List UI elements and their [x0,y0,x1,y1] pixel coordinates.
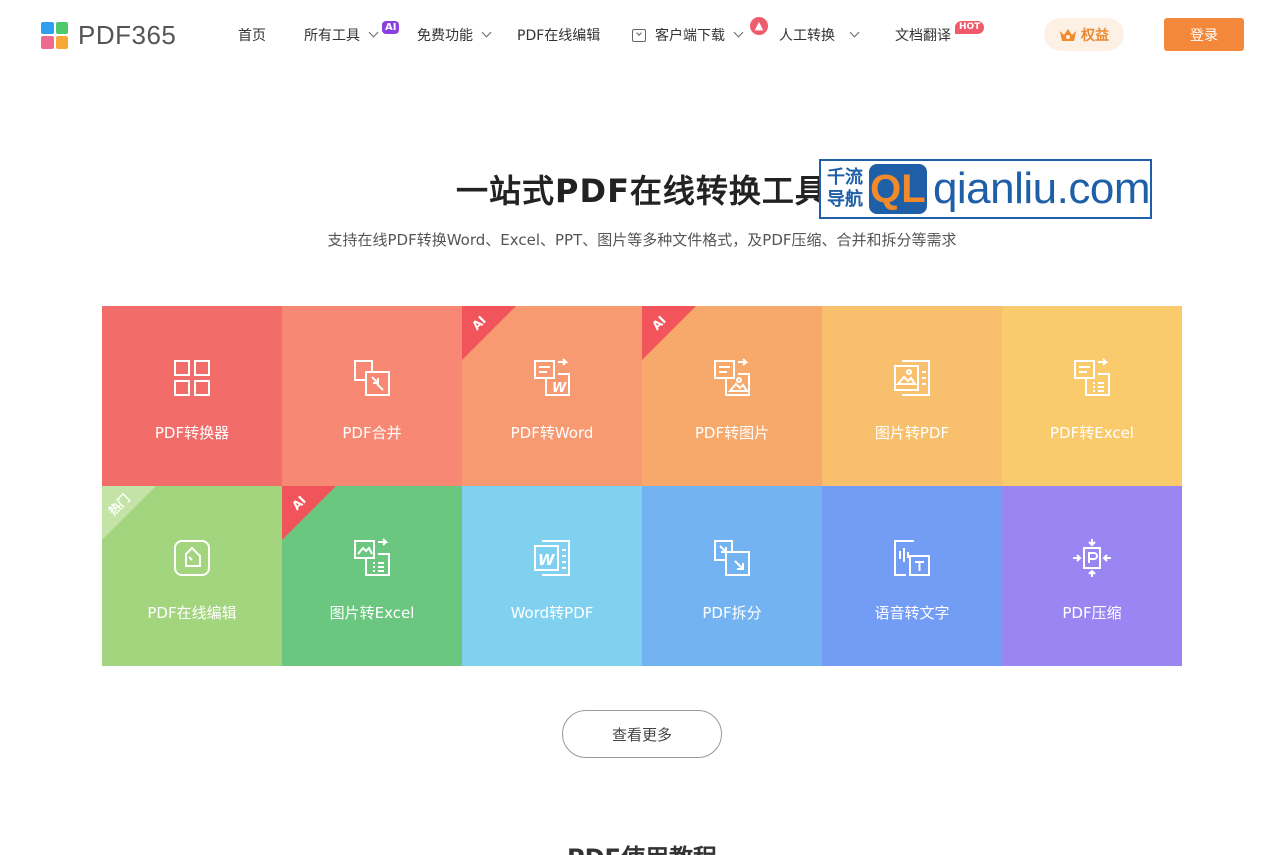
tool-tile-word-to-pdf[interactable]: W Word转PDF [462,486,642,666]
rights-button[interactable]: 权益 [1044,18,1124,51]
pdf-to-image-icon [714,358,750,396]
tools-grid: PDF转换器 PDF合并 AI W PDF转Word AI PDF转图片 图片转… [102,306,1182,666]
chevron-down-icon [368,27,379,38]
nav-item-free-features[interactable]: 免费功能 [417,24,492,46]
split-icon [714,540,750,576]
tool-label: 语音转文字 [874,604,950,622]
tool-tile-pdf-compress[interactable]: PDF压缩 [1002,486,1182,666]
tool-label: Word转PDF [510,604,594,622]
login-button[interactable]: 登录 [1164,18,1244,51]
watermark: 千流 导航 QL qianliu.com [819,159,1152,219]
tool-label: PDF拆分 [702,604,762,622]
page-subtitle: 支持在线PDF转换Word、Excel、PPT、图片等多种文件格式，及PDF压缩… [327,231,957,249]
nav-item-all-tools[interactable]: 所有工具 [304,24,379,46]
tool-label: PDF转换器 [154,424,230,442]
hot-badge: HOT [955,21,985,34]
tool-label: PDF合并 [342,424,402,442]
nav-item-client-download[interactable]: 客户端下载 [632,24,744,46]
svg-text:W: W [538,551,556,569]
tool-label: 图片转Excel [329,604,415,622]
compress-icon [1073,539,1111,577]
tool-tile-pdf-converter[interactable]: PDF转换器 [102,306,282,486]
ai-badge: AI [382,21,400,34]
nav-item-home[interactable]: 首页 [238,24,266,46]
watermark-cn-line1: 千流 [826,167,863,188]
watermark-logo: QL [870,167,926,211]
tool-label: PDF转Excel [1050,424,1134,442]
chevron-down-icon [849,27,860,38]
pdf-to-word-icon: W [534,358,570,396]
tool-tile-pdf-merge[interactable]: PDF合并 [282,306,462,486]
nav-item-manual-convert[interactable]: 人工转换 [779,24,860,46]
tool-tile-pdf-split[interactable]: PDF拆分 [642,486,822,666]
grid-icon [174,360,210,396]
image-to-excel-icon [354,538,390,576]
image-to-pdf-icon [894,360,930,396]
flame-icon: ▲ [750,17,768,35]
edit-icon [174,540,210,576]
tool-tile-pdf-to-word[interactable]: AI W PDF转Word [462,306,642,486]
tool-tile-image-to-pdf[interactable]: 图片转PDF [822,306,1002,486]
word-to-pdf-icon: W [534,540,570,576]
tool-tile-pdf-to-image[interactable]: AI PDF转图片 [642,306,822,486]
nav-item-doc-translate[interactable]: 文档翻译 [895,24,951,46]
merge-icon [354,360,390,396]
tool-tile-image-to-excel[interactable]: AI 图片转Excel [282,486,462,666]
view-more-button[interactable]: 查看更多 [562,710,722,758]
section-title: PDF使用教程 [0,838,1284,855]
chevron-down-icon [733,27,744,38]
logo-text: PDF365 [78,19,177,50]
pdf-to-excel-icon [1074,358,1110,396]
tool-label: 图片转PDF [874,424,950,442]
chevron-down-icon [481,27,492,38]
svg-text:W: W [552,381,567,396]
nav-item-pdf-edit[interactable]: PDF在线编辑 [517,24,600,46]
tool-tile-pdf-edit[interactable]: 热门 PDF在线编辑 [102,486,282,666]
logo[interactable]: PDF365 [41,19,177,50]
logo-mark-icon [41,21,68,49]
tool-label: PDF压缩 [1062,604,1122,622]
tool-label: PDF在线编辑 [147,604,237,622]
tool-label: PDF转图片 [694,424,770,442]
crown-icon [1060,28,1076,41]
tool-label: PDF转Word [510,424,594,442]
download-icon [632,28,646,42]
tool-tile-pdf-to-excel[interactable]: PDF转Excel [1002,306,1182,486]
tool-tile-speech-to-text[interactable]: 语音转文字 [822,486,1002,666]
watermark-cn-line2: 导航 [826,189,863,210]
watermark-domain: qianliu.com [932,164,1151,213]
speech-to-text-icon [894,540,930,576]
header: PDF365 首页 所有工具 AI 免费功能 PDF在线编辑 客户端下载 ▲ 人… [0,0,1284,70]
